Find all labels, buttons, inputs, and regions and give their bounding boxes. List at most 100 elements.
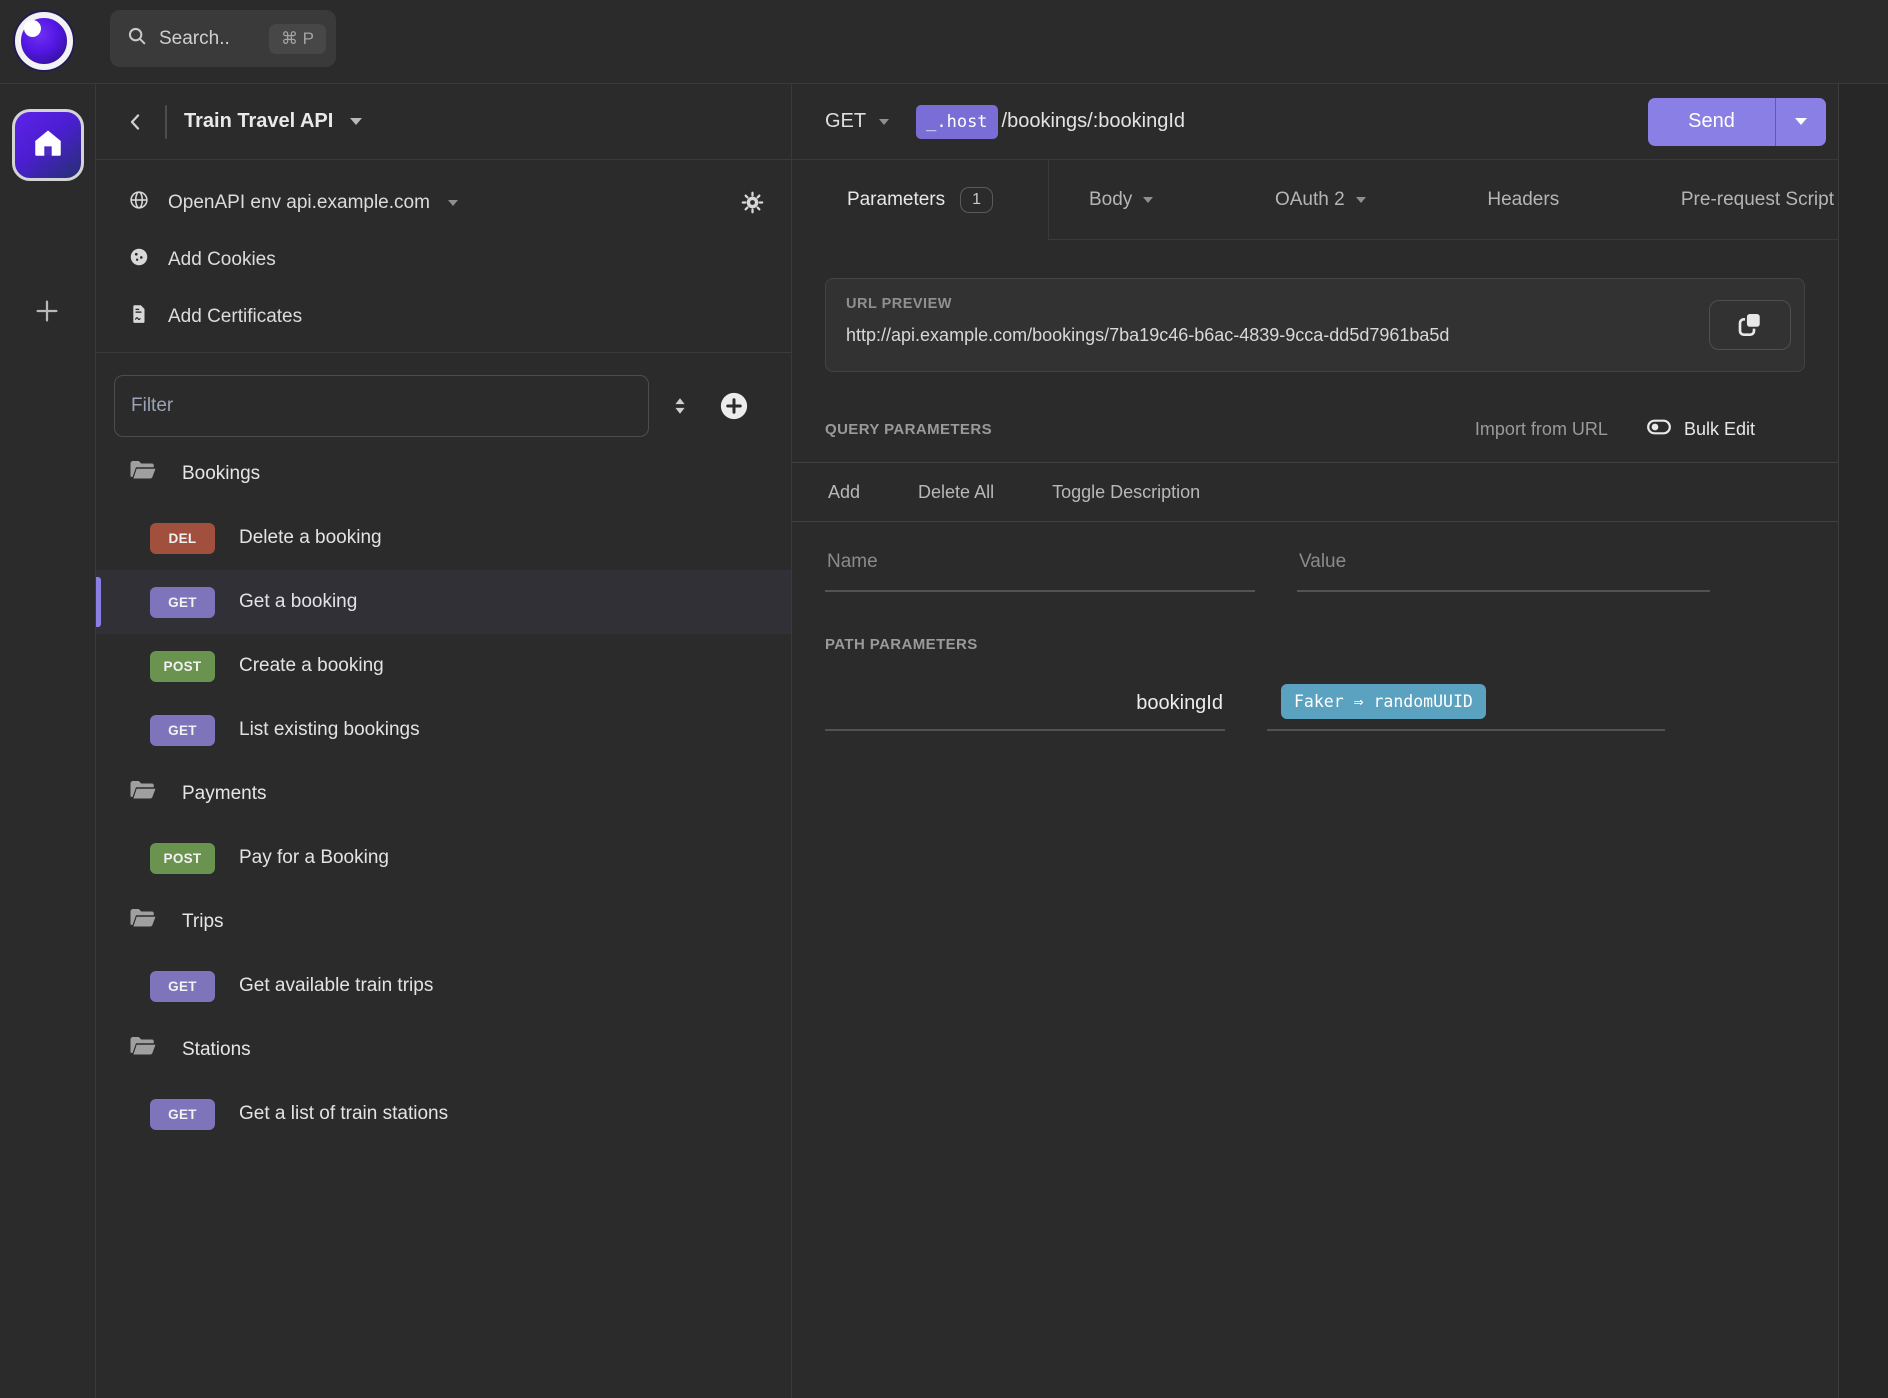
folder-open-icon	[128, 1032, 158, 1068]
workspace-rail	[0, 84, 96, 1398]
method-label: GET	[825, 110, 866, 133]
request-url-bar: GET _.host /bookings/:bookingId Send	[792, 84, 1838, 160]
request-tab-bar: Parameters 1 Body OAuth 2 Headers Pre-re…	[792, 160, 1838, 240]
query-parameters-title: QUERY PARAMETERS	[825, 421, 992, 438]
workspace-caret-icon[interactable]	[350, 118, 362, 125]
request-label: Pay for a Booking	[239, 847, 389, 869]
request-row-pay-for-a-booking[interactable]: POST Pay for a Booking	[96, 826, 791, 890]
folder-open-icon	[128, 904, 158, 940]
workspace-home-button[interactable]	[12, 109, 84, 181]
request-row-get-available-train-trips[interactable]: GET Get available train trips	[96, 954, 791, 1018]
path-parameter-row: bookingId Faker ⇒ randomUUID	[825, 661, 1805, 731]
tab-strip-rest: Body OAuth 2 Headers Pre-request Script	[1049, 160, 1838, 240]
environment-section: OpenAPI env api.example.com	[96, 160, 791, 345]
right-panel-strip	[1838, 84, 1888, 1398]
request-tree: Bookings DEL Delete a booking GET Get a …	[96, 442, 791, 1146]
back-button[interactable]	[124, 110, 148, 134]
tab-label: OAuth 2	[1275, 189, 1345, 211]
add-workspace-button[interactable]	[0, 296, 94, 331]
path-parameter-rows: bookingId Faker ⇒ randomUUID	[825, 661, 1805, 731]
copy-url-button[interactable]	[1709, 300, 1791, 350]
faker-template-chip[interactable]: Faker ⇒ randomUUID	[1281, 684, 1486, 719]
add-request-button[interactable]	[719, 391, 749, 421]
folder-label: Stations	[182, 1039, 251, 1061]
request-row-delete-a-booking[interactable]: DEL Delete a booking	[96, 506, 791, 570]
bulk-edit-toggle[interactable]: Bulk Edit	[1646, 414, 1755, 445]
globe-icon	[128, 189, 150, 217]
parameters-count-badge: 1	[960, 187, 993, 213]
environment-label: OpenAPI env api.example.com	[168, 192, 430, 214]
bulk-edit-label: Bulk Edit	[1684, 419, 1755, 440]
search-shortcut-badge: ⌘ P	[269, 24, 326, 54]
request-row-create-a-booking[interactable]: POST Create a booking	[96, 634, 791, 698]
sidebar: Train Travel API OpenAPI env api.example…	[96, 84, 792, 1398]
environment-selector[interactable]: OpenAPI env api.example.com	[96, 174, 791, 231]
url-preview-value: http://api.example.com/bookings/7ba19c46…	[846, 325, 1784, 346]
query-name-input[interactable]	[825, 544, 1255, 592]
home-icon	[31, 126, 65, 165]
method-badge: POST	[150, 651, 215, 682]
settings-gear-button[interactable]	[740, 190, 765, 215]
tab-caret-icon	[1356, 197, 1366, 203]
plus-icon	[32, 296, 62, 331]
folder-label: Bookings	[182, 463, 260, 485]
toggle-description-button[interactable]: Toggle Description	[1052, 482, 1200, 503]
query-parameter-actions: Add Delete All Toggle Description	[792, 462, 1838, 522]
send-options-button[interactable]	[1775, 98, 1826, 146]
url-preview-label: URL PREVIEW	[846, 296, 1784, 312]
top-bar: Search.. ⌘ P	[0, 0, 1888, 84]
send-label[interactable]: Send	[1648, 98, 1775, 146]
add-certificates-button[interactable]: Add Certificates	[96, 288, 791, 345]
url-preview-box: URL PREVIEW http://api.example.com/booki…	[825, 278, 1805, 372]
request-label: List existing bookings	[239, 719, 420, 741]
send-button[interactable]: Send	[1648, 98, 1826, 146]
tab-pre-request-script[interactable]: Pre-request Script	[1681, 189, 1834, 211]
url-input[interactable]: _.host /bookings/:bookingId	[916, 105, 1648, 139]
path-param-name: bookingId	[825, 661, 1225, 731]
delete-all-button[interactable]: Delete All	[918, 482, 994, 503]
request-panel: GET _.host /bookings/:bookingId Send Par…	[792, 84, 1838, 1398]
method-select[interactable]: GET	[825, 110, 889, 133]
send-caret-icon	[1795, 118, 1807, 125]
query-parameters-header: QUERY PARAMETERS Import from URL Bulk Ed…	[825, 414, 1805, 445]
filter-row	[96, 353, 791, 437]
cookie-icon	[128, 246, 150, 274]
app-logo	[15, 12, 73, 70]
request-label: Get available train trips	[239, 975, 433, 997]
tab-label: Pre-request Script	[1681, 189, 1834, 211]
request-label: Get a booking	[239, 591, 357, 613]
request-row-get-a-booking[interactable]: GET Get a booking	[96, 570, 791, 634]
folder-row-trips[interactable]: Trips	[96, 890, 791, 954]
workspace-title[interactable]: Train Travel API	[184, 110, 333, 133]
path-param-value-field[interactable]: Faker ⇒ randomUUID	[1267, 661, 1665, 731]
request-row-get-a-list-of-train-stations[interactable]: GET Get a list of train stations	[96, 1082, 791, 1146]
folder-open-icon	[128, 776, 158, 812]
query-value-input[interactable]	[1297, 544, 1710, 592]
request-label: Delete a booking	[239, 527, 382, 549]
host-variable-chip[interactable]: _.host	[916, 105, 997, 139]
folder-label: Trips	[182, 911, 224, 933]
request-row-list-existing-bookings[interactable]: GET List existing bookings	[96, 698, 791, 762]
folder-row-bookings[interactable]: Bookings	[96, 442, 791, 506]
filter-input[interactable]	[114, 375, 649, 437]
folder-label: Payments	[182, 783, 266, 805]
add-certificates-label: Add Certificates	[168, 306, 302, 328]
add-cookies-button[interactable]: Add Cookies	[96, 231, 791, 288]
method-badge: GET	[150, 1099, 215, 1130]
path-parameters-title: PATH PARAMETERS	[825, 636, 1805, 653]
tab-body[interactable]: Body	[1089, 189, 1153, 211]
add-button[interactable]: Add	[828, 482, 860, 503]
import-from-url-button[interactable]: Import from URL	[1475, 419, 1608, 440]
sort-button[interactable]	[669, 395, 691, 417]
global-search-button[interactable]: Search.. ⌘ P	[110, 10, 336, 67]
environment-caret-icon	[448, 200, 458, 206]
url-path-text: /bookings/:bookingId	[1002, 110, 1185, 133]
header-divider	[165, 105, 167, 139]
folder-row-stations[interactable]: Stations	[96, 1018, 791, 1082]
copy-icon	[1734, 308, 1766, 343]
method-badge: GET	[150, 971, 215, 1002]
folder-row-payments[interactable]: Payments	[96, 762, 791, 826]
tab-headers[interactable]: Headers	[1487, 189, 1559, 211]
tab-parameters[interactable]: Parameters 1	[792, 160, 1049, 240]
tab-oauth-2[interactable]: OAuth 2	[1275, 189, 1366, 211]
